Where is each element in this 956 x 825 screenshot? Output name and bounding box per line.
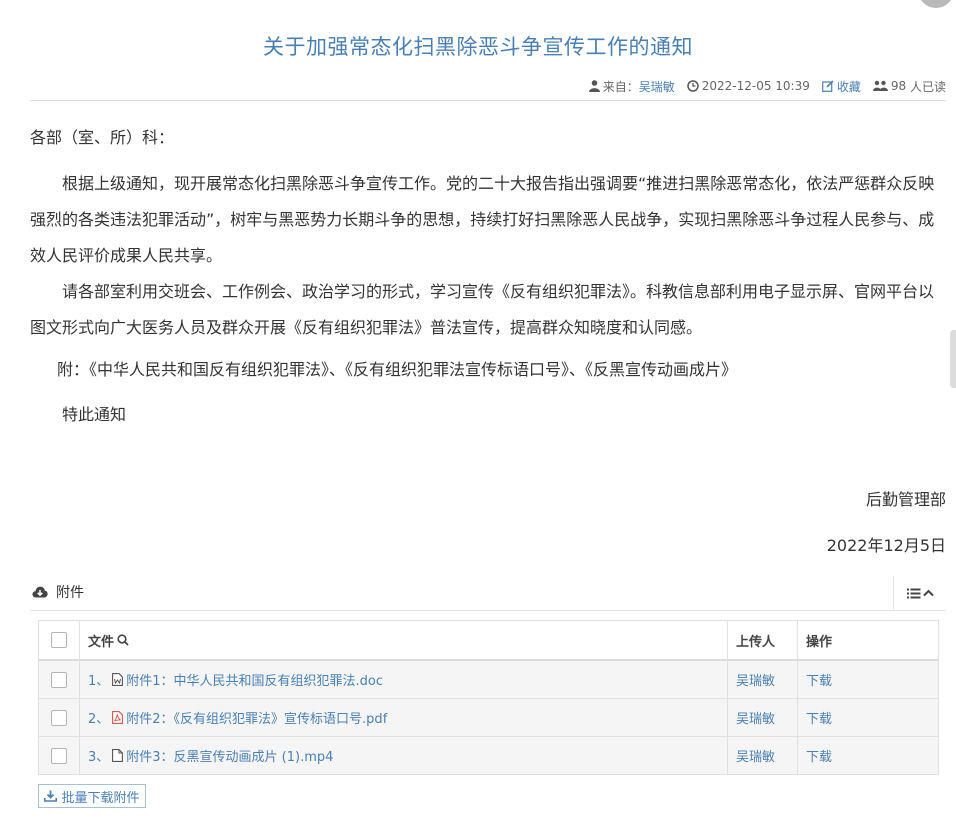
row-checkbox[interactable] <box>51 671 67 688</box>
attachments-label: 附件 <box>56 585 84 601</box>
favorite-button[interactable]: 收藏 <box>821 78 861 95</box>
table-row: 1、 附件1：中华人民共和国反有组织犯罪法.doc 吴瑞敏 下载 <box>38 659 939 699</box>
toggle-attachments-button[interactable] <box>893 576 946 610</box>
read-count-info: 98 人已读 <box>872 78 946 95</box>
users-icon <box>872 80 888 91</box>
favorite-label: 收藏 <box>836 79 861 94</box>
edit-icon <box>821 80 834 92</box>
title-divider <box>30 100 946 101</box>
search-icon[interactable] <box>117 634 129 646</box>
source-label: 来自： <box>602 79 639 94</box>
row-checkbox[interactable] <box>51 709 67 726</box>
chevron-up-icon <box>922 589 934 597</box>
closing-line: 特此通知 <box>62 405 127 424</box>
table-row: 2、 附件2：《反有组织犯罪法》宣传标语口号.pdf 吴瑞敏 下载 <box>38 698 939 737</box>
attachments-header: 附件 <box>30 576 946 611</box>
attachments-title: 附件 <box>32 582 84 602</box>
attachment-name: 附件3：反黑宣传动画成片 (1).mp4 <box>126 750 334 765</box>
action-column-header: 操作 <box>797 620 939 661</box>
author-info: 来自： 吴瑞敏 <box>588 78 675 95</box>
side-panel-tab[interactable] <box>950 330 956 388</box>
user-icon <box>588 80 600 92</box>
uploader-column-header: 上传人 <box>727 620 798 661</box>
clock-icon <box>686 80 699 92</box>
article-meta: 来自： 吴瑞敏 2022-12-05 10:39 收藏 98 人已读 <box>577 77 946 95</box>
file-column-header: 文件 <box>79 620 728 661</box>
list-icon <box>906 588 920 598</box>
row-checkbox[interactable] <box>51 747 67 764</box>
attachment-link[interactable]: 1、 附件1：中华人民共和国反有组织犯罪法.doc <box>88 670 719 689</box>
row-index: 3、 <box>88 750 110 765</box>
pdf-file-icon <box>112 711 124 724</box>
download-link[interactable]: 下载 <box>806 750 832 765</box>
uploader-link[interactable]: 吴瑞敏 <box>736 712 775 727</box>
cloud-download-icon <box>32 586 48 598</box>
select-all-cell <box>38 620 80 661</box>
batch-download-button[interactable]: 批量下载附件 <box>38 784 146 808</box>
file-icon <box>112 749 124 762</box>
attachment-link[interactable]: 3、 附件3：反黑宣传动画成片 (1).mp4 <box>88 746 719 765</box>
appendix-line: 附：《中华人民共和国反有组织犯罪法》、《反有组织犯罪法宣传标语口号》、《反黑宣传… <box>57 360 738 379</box>
attachment-link[interactable]: 2、 附件2：《反有组织犯罪法》宣传标语口号.pdf <box>88 708 719 727</box>
table-row: 3、 附件3：反黑宣传动画成片 (1).mp4 吴瑞敏 下载 <box>38 736 939 775</box>
uploader-link[interactable]: 吴瑞敏 <box>736 674 775 689</box>
table-header-row: 文件 上传人 操作 <box>38 620 939 661</box>
row-index: 1、 <box>88 674 110 689</box>
publish-datetime: 2022-12-05 10:39 <box>701 79 810 93</box>
file-column-label: 文件 <box>88 634 115 650</box>
read-suffix: 人已读 <box>909 79 946 94</box>
salutation: 各部（室、所）科： <box>30 128 175 147</box>
select-all-checkbox[interactable] <box>51 632 67 648</box>
attachment-name: 附件1：中华人民共和国反有组织犯罪法.doc <box>126 674 384 689</box>
uploader-link[interactable]: 吴瑞敏 <box>736 750 775 765</box>
paragraph: 请各部室利用交班会、工作例会、政治学习的形式，学习宣传《反有组织犯罪法》。科教信… <box>30 282 935 337</box>
download-link[interactable]: 下载 <box>806 674 832 689</box>
word-file-icon <box>112 673 124 686</box>
signature: 后勤管理部 <box>865 490 946 509</box>
floating-avatar-button[interactable] <box>918 0 954 8</box>
read-count: 98 <box>890 79 907 93</box>
download-icon <box>44 790 58 802</box>
paragraph: 根据上级通知，现开展常态化扫黑除恶斗争宣传工作。党的二十大报告指出强调要“推进扫… <box>30 174 935 265</box>
download-link[interactable]: 下载 <box>806 712 832 727</box>
author-link[interactable]: 吴瑞敏 <box>639 78 675 95</box>
attachments-table: 文件 上传人 操作 1、 附件1：中华人民共和国反有组织犯罪法.doc 吴瑞敏 … <box>38 620 939 775</box>
page-title: 关于加强常态化扫黑除恶斗争宣传工作的通知 <box>263 35 693 59</box>
batch-download-label: 批量下载附件 <box>61 790 140 806</box>
row-index: 2、 <box>88 712 110 727</box>
publish-time: 2022-12-05 10:39 <box>686 79 810 93</box>
attachment-name: 附件2：《反有组织犯罪法》宣传标语口号.pdf <box>126 712 388 727</box>
article-body: 各部（室、所）科： 根据上级通知，现开展常态化扫黑除恶斗争宣传工作。党的二十大报… <box>30 120 946 433</box>
signature-date: 2022年12月5日 <box>826 536 946 555</box>
